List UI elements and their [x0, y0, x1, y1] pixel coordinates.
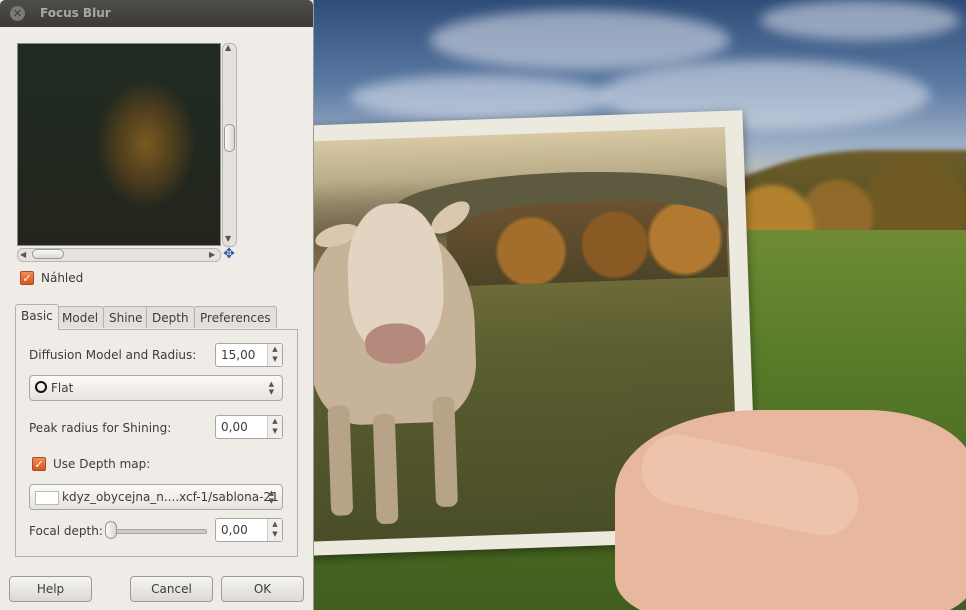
- titlebar: ✕ Focus Blur: [0, 0, 313, 27]
- vertical-scroll-thumb[interactable]: [224, 124, 235, 152]
- depth-map-value: kdyz_obycejna_n....xcf-1/sablona-21: [62, 490, 279, 504]
- diffusion-model-select[interactable]: Flat ▲ ▼: [29, 375, 283, 401]
- focal-depth-label: Focal depth:: [29, 524, 103, 538]
- preview-canvas[interactable]: [17, 43, 221, 246]
- spinner-arrows-icon[interactable]: ▲ ▼: [267, 344, 282, 366]
- diffusion-model-value: Flat: [51, 381, 74, 395]
- preview-horizontal-scrollbar[interactable]: ◀ ▶: [17, 248, 221, 262]
- scroll-down-icon[interactable]: ▼: [225, 234, 231, 243]
- tab-depth[interactable]: Depth: [146, 306, 195, 328]
- navigate-icon[interactable]: ✥: [222, 247, 236, 261]
- peak-radius-label: Peak radius for Shining:: [29, 421, 172, 435]
- tab-shine[interactable]: Shine: [103, 306, 149, 328]
- spinner-arrows-icon[interactable]: ▲ ▼: [267, 416, 282, 438]
- preview-checkbox[interactable]: ✓: [20, 271, 34, 285]
- depth-map-select[interactable]: kdyz_obycejna_n....xcf-1/sablona-21 ▲ ▼: [29, 484, 283, 510]
- depth-map-thumbnail-icon: [35, 491, 59, 505]
- combo-arrows-icon: ▲ ▼: [268, 380, 274, 396]
- window-title: Focus Blur: [40, 6, 111, 20]
- close-icon[interactable]: ✕: [10, 6, 25, 21]
- tab-basic[interactable]: Basic: [15, 304, 59, 330]
- depth-map-checkbox[interactable]: ✓: [32, 457, 46, 471]
- combo-arrows-icon: ▲ ▼: [268, 489, 274, 505]
- peak-radius-spinner[interactable]: 0,00 ▲ ▼: [215, 415, 283, 439]
- tab-model[interactable]: Model: [56, 306, 105, 328]
- scroll-up-icon[interactable]: ▲: [225, 43, 231, 52]
- focal-depth-slider-handle[interactable]: [105, 521, 117, 539]
- preview-vertical-scrollbar[interactable]: ▲ ▼: [222, 43, 237, 247]
- peak-radius-value: 0,00: [221, 420, 248, 434]
- diffusion-radius-value: 15,00: [221, 348, 256, 362]
- spinner-arrows-icon[interactable]: ▲ ▼: [267, 519, 282, 541]
- scroll-left-icon[interactable]: ◀: [20, 250, 26, 259]
- ok-button[interactable]: OK: [221, 576, 304, 602]
- cancel-button[interactable]: Cancel: [130, 576, 213, 602]
- focal-depth-value: 0,00: [221, 523, 248, 537]
- focal-depth-spinner[interactable]: 0,00 ▲ ▼: [215, 518, 283, 542]
- horizontal-scroll-thumb[interactable]: [32, 249, 64, 259]
- help-button[interactable]: Help: [9, 576, 92, 602]
- circle-icon: [35, 381, 47, 393]
- scroll-right-icon[interactable]: ▶: [209, 250, 215, 259]
- diffusion-radius-spinner[interactable]: 15,00 ▲ ▼: [215, 343, 283, 367]
- tab-preferences[interactable]: Preferences: [194, 306, 277, 328]
- depth-map-label: Use Depth map:: [53, 457, 151, 471]
- focus-blur-dialog: ✕ Focus Blur ▲ ▼ ◀ ▶ ✥ ✓ Náhled Basic Mo…: [0, 0, 314, 610]
- focal-depth-slider-track[interactable]: [107, 529, 207, 534]
- cow-figure: [305, 181, 486, 525]
- preview-label: Náhled: [41, 271, 84, 285]
- diffusion-label: Diffusion Model and Radius:: [29, 348, 197, 362]
